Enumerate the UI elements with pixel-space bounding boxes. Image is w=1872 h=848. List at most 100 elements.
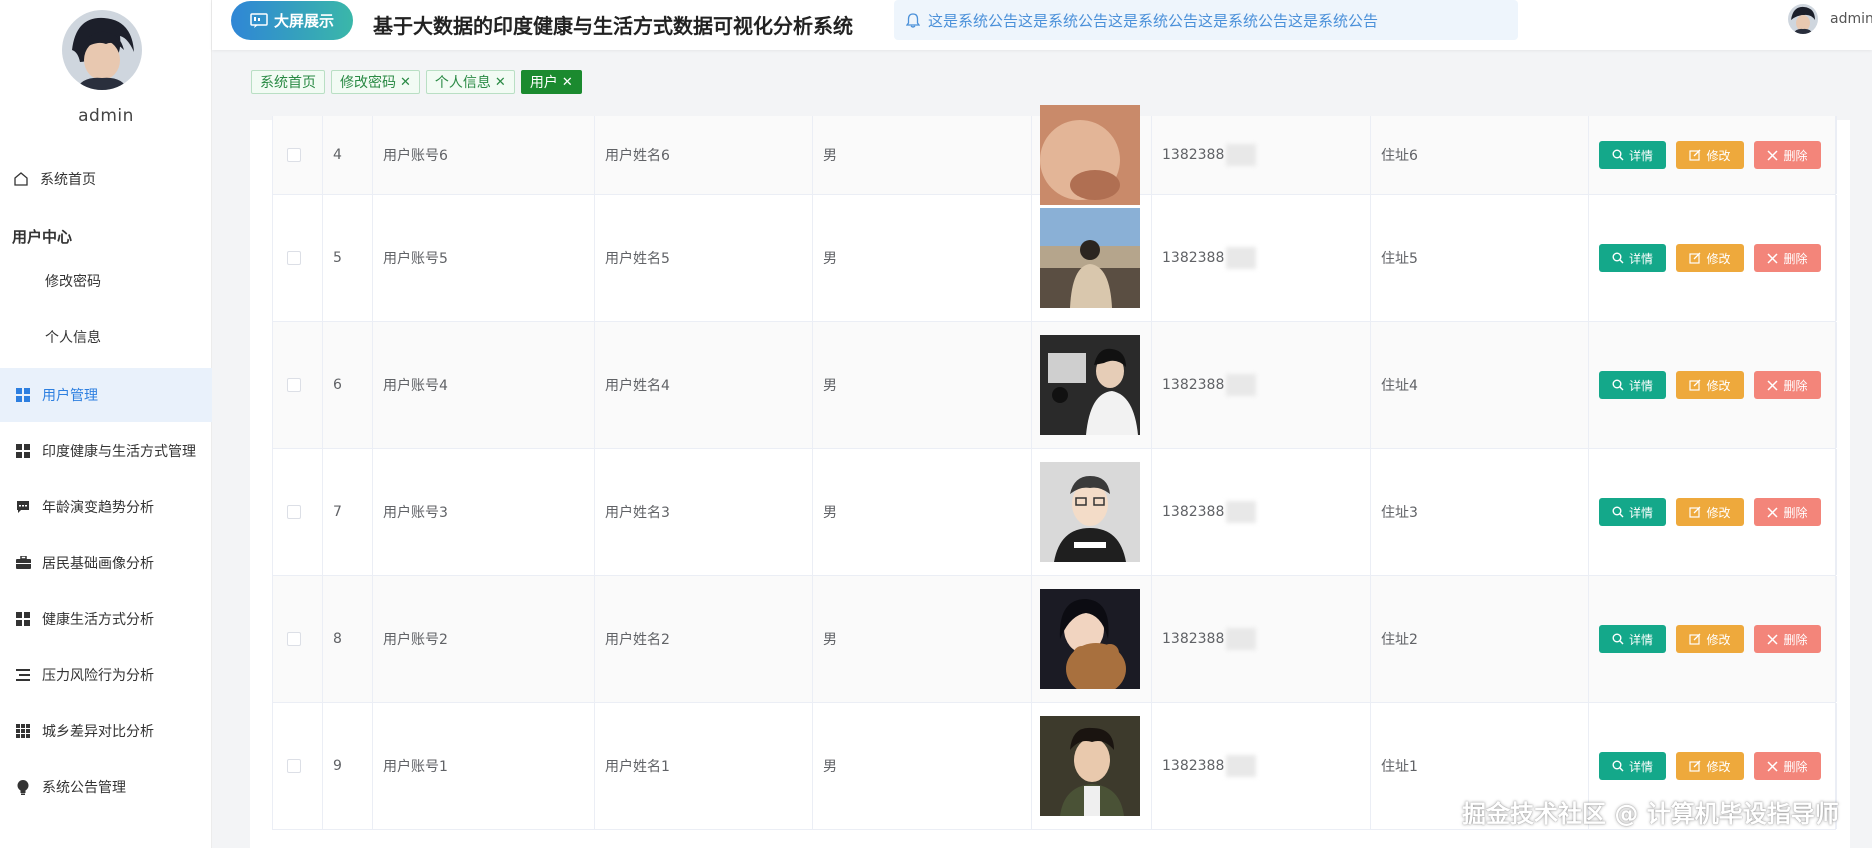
button-label: 修改 xyxy=(1706,148,1731,163)
photo-cell xyxy=(1032,322,1152,448)
row-checkbox[interactable] xyxy=(287,378,301,392)
name-cell: 用户姓名3 xyxy=(595,449,813,575)
button-label: 删除 xyxy=(1783,505,1808,520)
tag-home[interactable]: 系统首页 xyxy=(251,70,325,94)
user-gender: 男 xyxy=(823,378,837,394)
delete-button[interactable]: 删除 xyxy=(1754,141,1821,169)
address-cell: 住址6 xyxy=(1371,116,1589,194)
detail-button[interactable]: 详情 xyxy=(1599,625,1666,653)
announcement-text: 这是系统公告这是系统公告这是系统公告这是系统公告这是系统公告 xyxy=(928,11,1379,30)
user-account: 用户账号6 xyxy=(383,148,448,164)
sidebar-item-home[interactable]: 系统首页 xyxy=(0,152,212,206)
edit-button[interactable]: 修改 xyxy=(1676,244,1744,272)
search-icon xyxy=(1612,760,1624,772)
user-name: 用户姓名2 xyxy=(605,632,670,648)
sidebar-item-label: 系统首页 xyxy=(40,172,96,188)
account-cell: 用户账号1 xyxy=(373,703,595,829)
sidebar-item-user-management[interactable]: 用户管理 xyxy=(0,368,212,422)
account-cell: 用户账号6 xyxy=(373,116,595,194)
user-account: 用户账号5 xyxy=(383,251,448,267)
close-icon xyxy=(1767,760,1779,772)
sidebar-item-label: 修改密码 xyxy=(45,274,101,290)
close-icon[interactable]: ✕ xyxy=(562,75,573,90)
row-select-cell xyxy=(273,322,323,448)
edit-button[interactable]: 修改 xyxy=(1676,141,1744,169)
detail-button[interactable]: 详情 xyxy=(1599,752,1666,780)
edit-icon xyxy=(1689,252,1701,264)
actions-cell: 详情 修改 删除 xyxy=(1589,576,1837,702)
delete-button[interactable]: 删除 xyxy=(1754,244,1821,272)
phone-mask xyxy=(1226,501,1257,523)
user-gender: 男 xyxy=(823,251,837,267)
account-cell: 用户账号2 xyxy=(373,576,595,702)
bigscreen-button[interactable]: 大屏展示 xyxy=(231,1,353,40)
index-cell: 9 xyxy=(323,703,373,829)
user-account: 用户账号4 xyxy=(383,378,448,394)
delete-button[interactable]: 删除 xyxy=(1754,752,1821,780)
user-photo[interactable] xyxy=(1040,462,1140,562)
user-photo[interactable] xyxy=(1040,716,1140,816)
sidebar-item-health-lifestyle-management[interactable]: 印度健康与生活方式管理 xyxy=(0,424,212,478)
user-photo[interactable] xyxy=(1040,335,1140,435)
edit-button[interactable]: 修改 xyxy=(1676,498,1744,526)
row-index: 6 xyxy=(333,377,342,393)
phone-cell: 1382388 xyxy=(1152,116,1371,194)
detail-button[interactable]: 详情 xyxy=(1599,498,1666,526)
button-label: 修改 xyxy=(1706,759,1731,774)
tag-user[interactable]: 用户 ✕ xyxy=(520,70,582,94)
delete-button[interactable]: 删除 xyxy=(1754,625,1821,653)
phone-mask xyxy=(1226,374,1257,396)
close-icon[interactable]: ✕ xyxy=(400,75,411,90)
sidebar-item-profile[interactable]: 个人信息 xyxy=(0,310,212,364)
name-cell: 用户姓名6 xyxy=(595,116,813,194)
user-address: 住址3 xyxy=(1381,505,1418,521)
search-icon xyxy=(1612,506,1624,518)
sidebar-group-user-center: 用户中心 xyxy=(12,228,73,246)
row-checkbox[interactable] xyxy=(287,632,301,646)
tag-change-password[interactable]: 修改密码 ✕ xyxy=(331,70,420,94)
photo-cell xyxy=(1032,449,1152,575)
sidebar-item-stress-risk-analysis[interactable]: 压力风险行为分析 xyxy=(0,648,212,702)
phone-mask xyxy=(1226,144,1257,166)
detail-button[interactable]: 详情 xyxy=(1599,371,1666,399)
table-row: 5 用户账号5 用户姓名5 男 1382388 住址5 详情 修改 删除 xyxy=(272,195,1837,322)
sidebar-item-healthy-lifestyle-analysis[interactable]: 健康生活方式分析 xyxy=(0,592,212,646)
row-checkbox[interactable] xyxy=(287,251,301,265)
detail-button[interactable]: 详情 xyxy=(1599,244,1666,272)
row-checkbox[interactable] xyxy=(287,505,301,519)
close-icon[interactable]: ✕ xyxy=(495,75,506,90)
button-label: 详情 xyxy=(1628,632,1653,647)
button-label: 修改 xyxy=(1706,378,1731,393)
sidebar-item-urban-rural-analysis[interactable]: 城乡差异对比分析 xyxy=(0,704,212,758)
sidebar-item-age-trend-analysis[interactable]: 年龄演变趋势分析 xyxy=(0,480,212,534)
edit-button[interactable]: 修改 xyxy=(1676,752,1744,780)
edit-button[interactable]: 修改 xyxy=(1676,625,1744,653)
actions-cell: 详情 修改 删除 xyxy=(1589,449,1837,575)
index-cell: 4 xyxy=(323,116,373,194)
header-avatar[interactable] xyxy=(1788,4,1818,34)
sidebar-item-label: 年龄演变趋势分析 xyxy=(42,500,154,516)
user-gender: 男 xyxy=(823,632,837,648)
user-photo[interactable] xyxy=(1040,208,1140,308)
tag-profile[interactable]: 个人信息 ✕ xyxy=(425,70,515,94)
edit-button[interactable]: 修改 xyxy=(1676,371,1744,399)
index-cell: 7 xyxy=(323,449,373,575)
user-photo[interactable] xyxy=(1040,105,1140,205)
user-photo[interactable] xyxy=(1040,589,1140,689)
sidebar-item-announcement-management[interactable]: 系统公告管理 xyxy=(0,760,212,814)
index-cell: 6 xyxy=(323,322,373,448)
search-icon xyxy=(1612,149,1624,161)
tag-label: 个人信息 xyxy=(434,75,491,91)
row-checkbox[interactable] xyxy=(287,148,301,162)
button-label: 详情 xyxy=(1628,148,1653,163)
sidebar-item-resident-profile-analysis[interactable]: 居民基础画像分析 xyxy=(0,536,212,590)
detail-button[interactable]: 详情 xyxy=(1599,141,1666,169)
row-checkbox[interactable] xyxy=(287,759,301,773)
sidebar-item-change-password[interactable]: 修改密码 xyxy=(0,254,212,308)
delete-button[interactable]: 删除 xyxy=(1754,498,1821,526)
header-username[interactable]: admin xyxy=(1830,11,1872,27)
avatar[interactable] xyxy=(62,10,142,90)
delete-button[interactable]: 删除 xyxy=(1754,371,1821,399)
user-account: 用户账号2 xyxy=(383,632,448,648)
announcement-bar: 这是系统公告这是系统公告这是系统公告这是系统公告这是系统公告 xyxy=(894,0,1518,40)
